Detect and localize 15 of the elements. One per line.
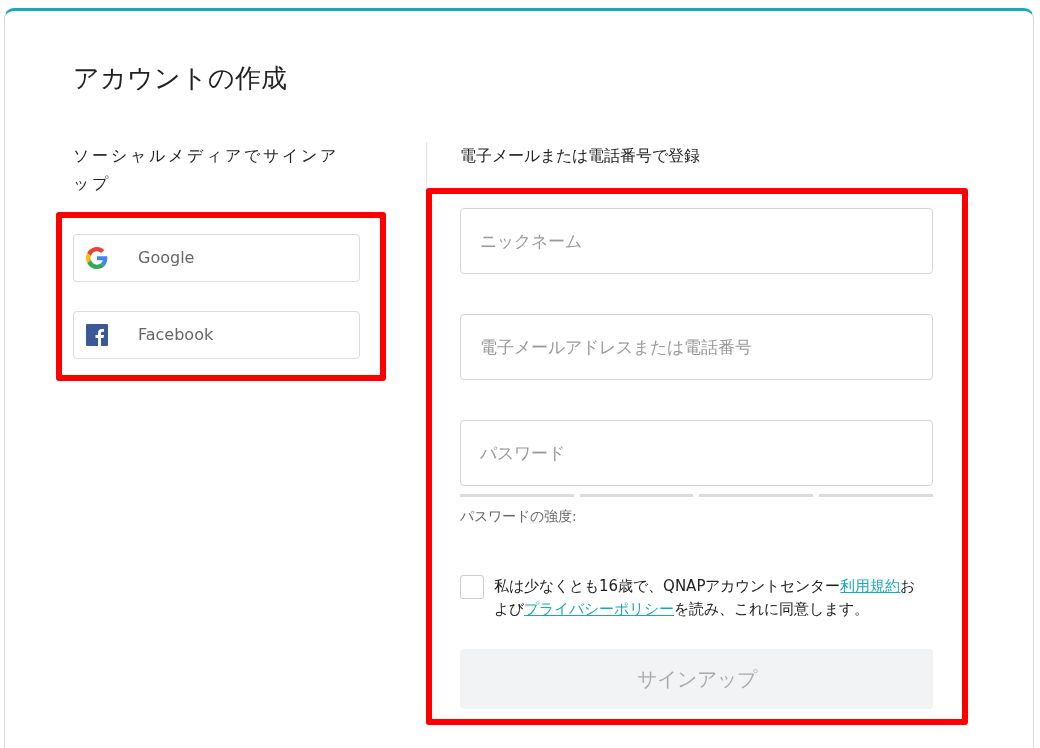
input-field[interactable]: ニックネーム (460, 208, 933, 275)
facebook-logo-icon (86, 324, 108, 347)
input-field[interactable]: パスワード (460, 420, 933, 487)
google-logo-icon (86, 247, 108, 270)
checkbox[interactable] (460, 575, 484, 600)
terms-link[interactable]: プライバシーポリシー (524, 600, 674, 619)
social-login-button[interactable]: Google (73, 234, 360, 283)
terms-link[interactable]: 利用規約 (840, 577, 901, 596)
page-title: アカウントの作成 (73, 63, 288, 95)
section-heading: ソーシャルメディアでサインアップ (73, 145, 340, 196)
section-heading: 電子メールまたは電話番号で登録 (460, 145, 701, 168)
input-field[interactable]: 電子メールアドレスまたは電話番号 (460, 314, 933, 381)
strength-label: パスワードの強度: (460, 507, 578, 527)
agreement-text: 私は少なくとも16歳で、QNAPアカウントセンター利用規約およびプライバシーポリシーを読み、これに同意します。 (494, 576, 917, 621)
social-login-button[interactable]: Facebook (73, 311, 360, 360)
